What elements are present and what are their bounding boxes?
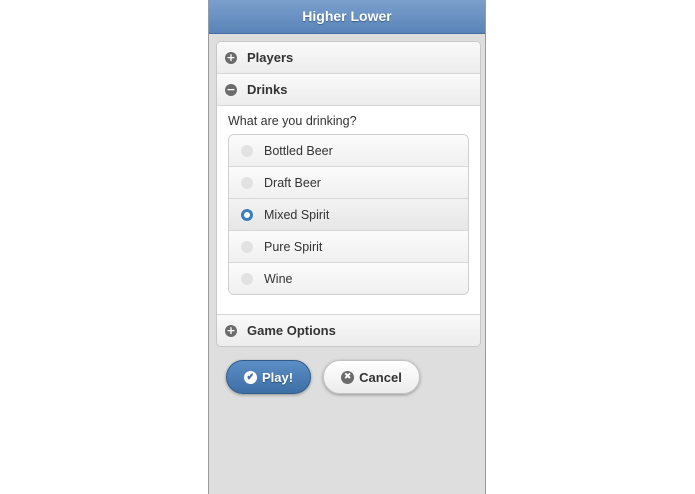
radio-option-pure-spirit[interactable]: Pure Spirit <box>229 231 468 263</box>
page-title: Higher Lower <box>302 8 392 24</box>
cancel-button-label: Cancel <box>359 369 402 385</box>
radio-unchecked-icon <box>241 240 253 253</box>
radio-option-draft-beer[interactable]: Draft Beer <box>229 167 468 199</box>
drinks-radio-group: Bottled Beer Draft Beer Mixed Spirit Pur… <box>228 134 469 295</box>
radio-option-label: Wine <box>264 271 293 286</box>
drinks-section-label: Drinks <box>247 82 288 97</box>
delete-icon: ✖ <box>341 370 355 384</box>
check-icon: ✔ <box>243 370 257 384</box>
cancel-button[interactable]: ✖ Cancel <box>323 360 420 394</box>
app-header: Higher Lower <box>209 0 485 34</box>
play-button-label: Play! <box>261 369 294 385</box>
radio-checked-icon <box>241 208 253 221</box>
plus-circle-icon: + <box>225 51 237 64</box>
drinks-section-heading[interactable]: − Drinks <box>217 74 480 106</box>
players-section-label: Players <box>247 50 294 65</box>
play-button[interactable]: ✔ Play! <box>226 360 311 394</box>
game-options-section-heading[interactable]: + Game Options <box>217 315 480 346</box>
radio-option-label: Draft Beer <box>264 175 321 190</box>
drinks-section-content: What are you drinking? Bottled Beer Draf… <box>217 106 480 315</box>
radio-option-bottled-beer[interactable]: Bottled Beer <box>229 135 468 167</box>
plus-circle-icon: + <box>225 324 237 337</box>
radio-unchecked-icon <box>241 144 253 157</box>
minus-circle-icon: − <box>225 83 237 96</box>
radio-option-label: Bottled Beer <box>264 143 333 158</box>
radio-option-label: Pure Spirit <box>264 239 323 254</box>
radio-unchecked-icon <box>241 272 253 285</box>
game-options-section-label: Game Options <box>247 323 336 338</box>
drinks-question: What are you drinking? <box>228 114 357 128</box>
radio-unchecked-icon <box>241 176 253 189</box>
radio-option-wine[interactable]: Wine <box>229 263 468 294</box>
collapsible-set: + Players − Drinks What are you drinking… <box>216 41 481 347</box>
app-screen: Higher Lower + Players − Drinks What are… <box>208 0 486 494</box>
players-section-heading[interactable]: + Players <box>217 42 480 74</box>
radio-option-label: Mixed Spirit <box>264 207 330 222</box>
radio-option-mixed-spirit[interactable]: Mixed Spirit <box>229 199 468 231</box>
